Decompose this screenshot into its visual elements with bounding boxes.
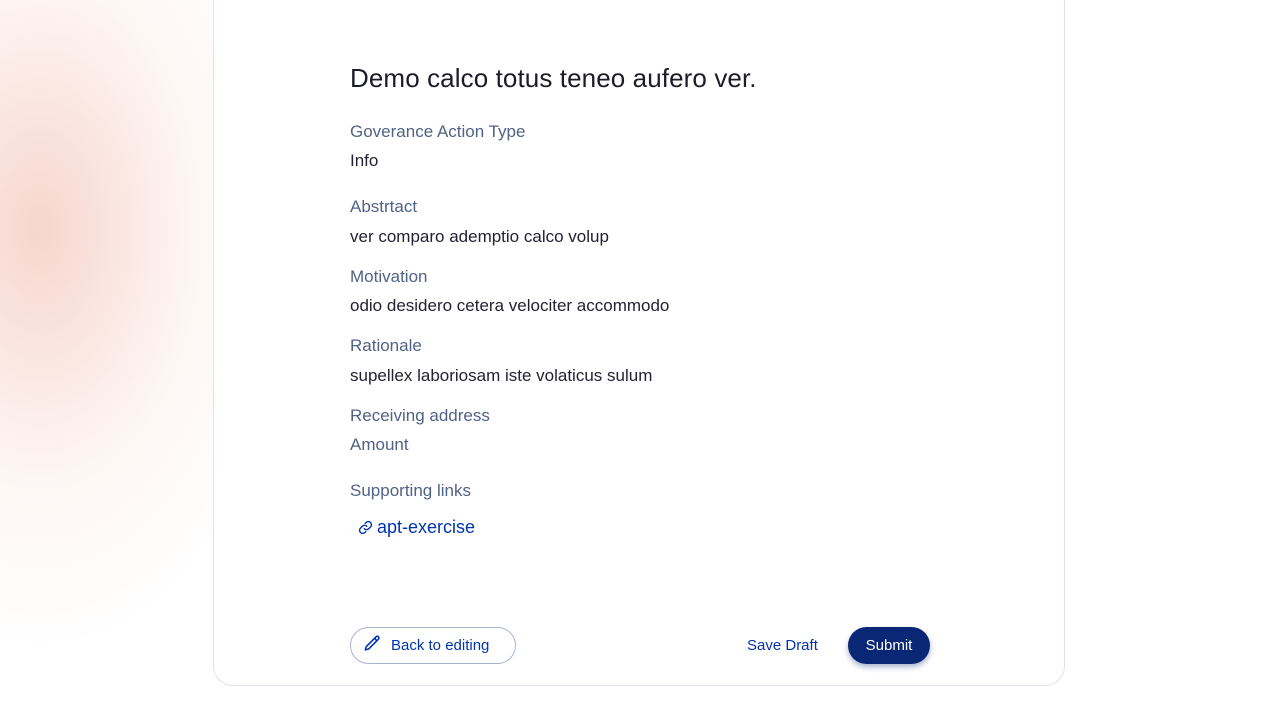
proposal-title: Demo calco totus teneo aufero ver. (350, 63, 757, 93)
abstract-label: Abstrtact (350, 197, 418, 216)
submit-button[interactable]: Submit (848, 627, 930, 664)
back-to-editing-button[interactable]: Back to editing (350, 627, 516, 664)
supporting-links-label: Supporting links (350, 481, 471, 500)
pencil-icon (363, 634, 382, 657)
amount-label: Amount (350, 435, 409, 454)
motivation-value: odio desidero cetera velociter accommodo (350, 296, 670, 315)
receiving-address-label: Receiving address (350, 406, 490, 425)
abstract-value: ver comparo ademptio calco volup (350, 227, 609, 246)
link-icon (358, 520, 373, 535)
rationale-value: supellex laboriosam iste volaticus sulum (350, 366, 653, 385)
motivation-label: Motivation (350, 267, 428, 286)
save-draft-button[interactable]: Save Draft (734, 627, 831, 664)
governance-action-type-value: Info (350, 151, 379, 170)
proposal-review-card: Demo calco totus teneo aufero ver. Gover… (213, 0, 1065, 686)
rationale-label: Rationale (350, 336, 422, 355)
supporting-link[interactable]: apt-exercise (358, 517, 475, 538)
back-to-editing-label: Back to editing (391, 637, 490, 654)
supporting-link-text: apt-exercise (377, 517, 476, 537)
governance-action-type-label: Goverance Action Type (350, 122, 526, 141)
